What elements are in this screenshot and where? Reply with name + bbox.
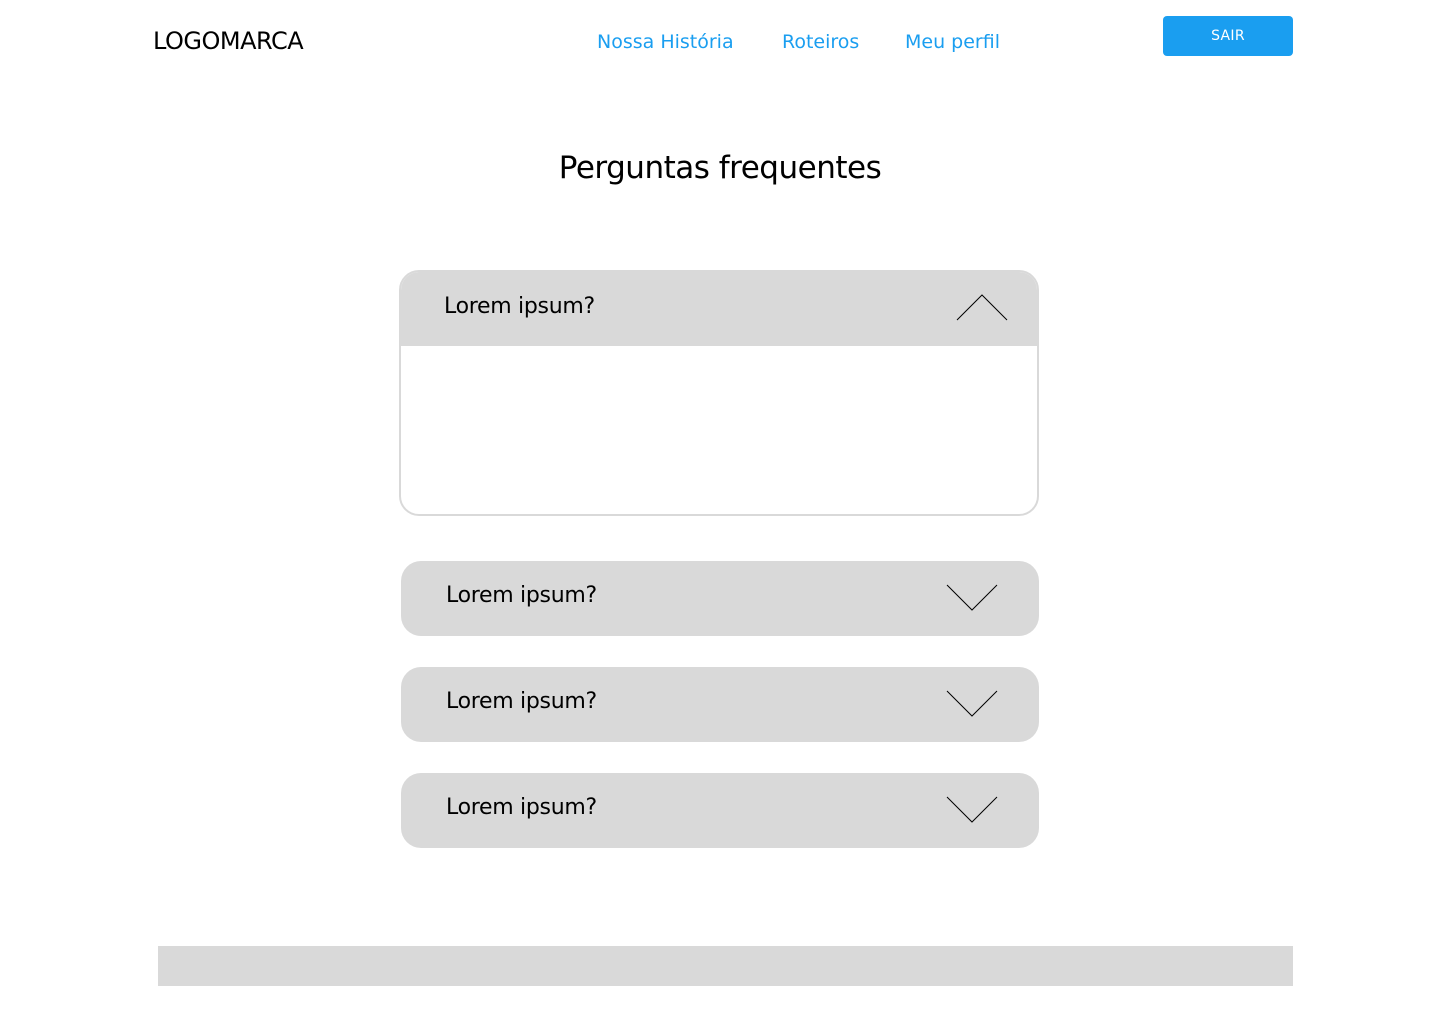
faq-item[interactable]: Lorem ipsum? <box>401 667 1039 742</box>
chevron-down-icon[interactable] <box>946 795 998 825</box>
nav-link-roteiros[interactable]: Roteiros <box>782 31 859 53</box>
faq-question: Lorem ipsum? <box>446 689 597 714</box>
chevron-down-icon[interactable] <box>946 689 998 719</box>
faq-question: Lorem ipsum? <box>446 795 597 820</box>
faq-page: LOGOMARCA Nossa História Roteiros Meu pe… <box>0 0 1440 1024</box>
page-title: Perguntas frequentes <box>558 150 882 186</box>
faq-header[interactable]: Lorem ipsum? <box>401 272 1037 346</box>
chevron-up-icon[interactable] <box>956 294 1008 324</box>
faq-question: Lorem ipsum? <box>444 294 595 319</box>
faq-answer <box>401 346 1037 514</box>
logout-button[interactable]: SAIR <box>1163 16 1293 56</box>
faq-question: Lorem ipsum? <box>446 583 597 608</box>
footer-bar <box>158 946 1293 986</box>
faq-item[interactable]: Lorem ipsum? <box>401 561 1039 636</box>
faq-item-expanded: Lorem ipsum? <box>399 270 1039 516</box>
chevron-down-icon[interactable] <box>946 583 998 613</box>
faq-item[interactable]: Lorem ipsum? <box>401 773 1039 848</box>
nav-link-meu-perfil[interactable]: Meu perfil <box>905 31 1000 53</box>
nav-link-nossa-historia[interactable]: Nossa História <box>597 31 734 53</box>
